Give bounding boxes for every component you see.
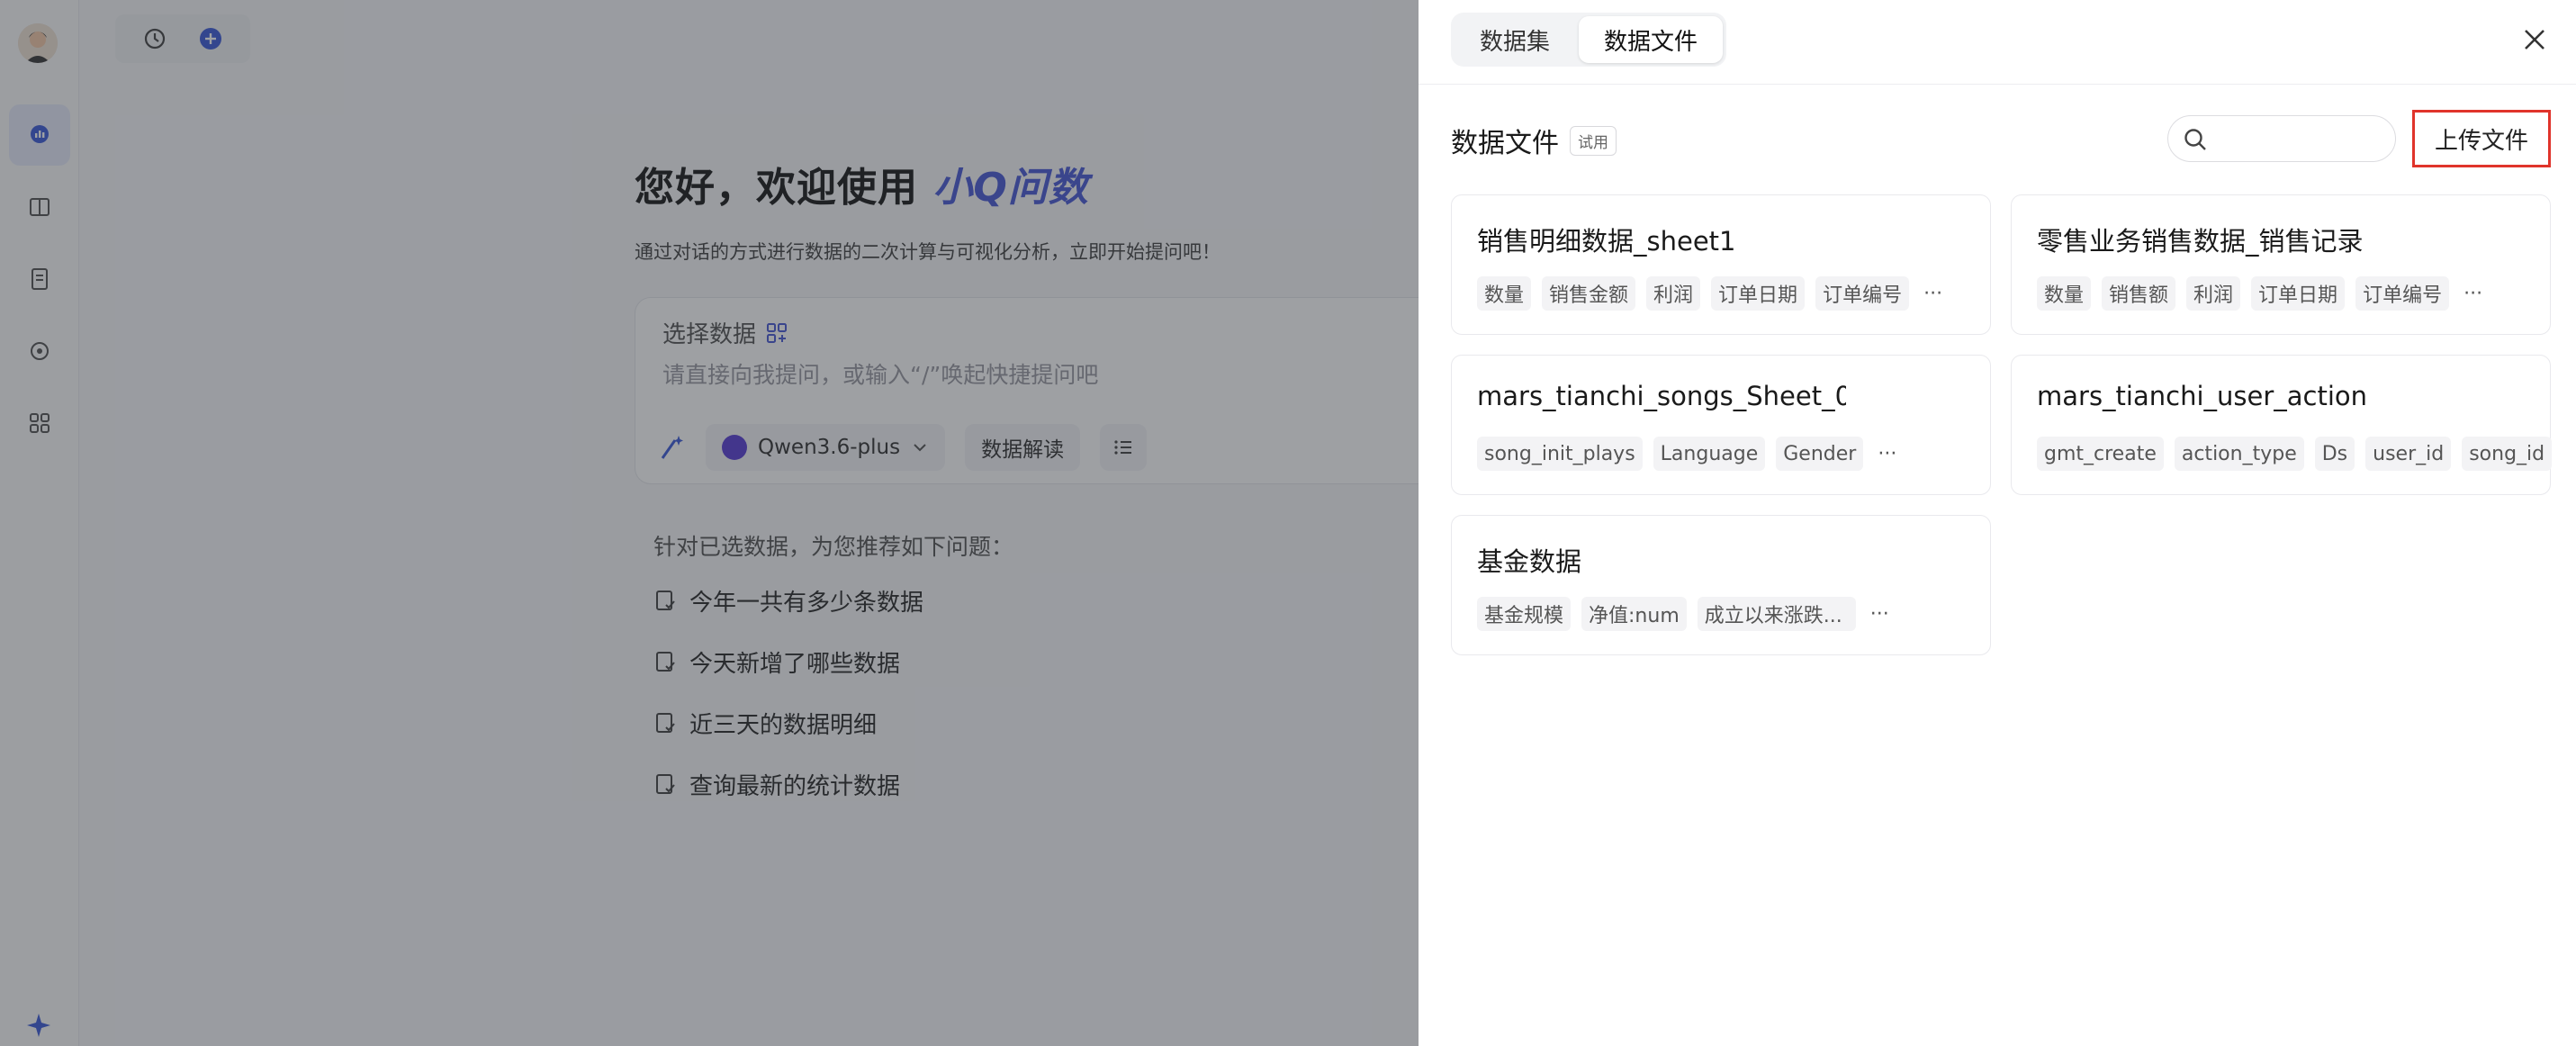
field-tag: 订单编号: [1815, 276, 1910, 311]
close-icon[interactable]: [2518, 23, 2551, 56]
upload-file-button[interactable]: 上传文件: [2412, 110, 2551, 167]
more-fields-icon[interactable]: ···: [2460, 283, 2486, 305]
drawer-header: 数据集 数据文件: [1419, 0, 2576, 85]
data-file-card[interactable]: 销售明细数据_sheet1 数量 销售金额 利润 订单日期 订单编号 ···: [1451, 194, 1991, 335]
card-title: 销售明细数据_sheet1: [1477, 226, 1736, 257]
field-tag: 基金规模: [1477, 597, 1572, 631]
section-title-text: 数据文件: [1451, 128, 1559, 159]
field-tag: 数量: [1477, 276, 1532, 311]
field-tag: song_init_plays: [1477, 437, 1643, 471]
card-title: 零售业务销售数据_销售记录: [2037, 226, 2364, 257]
data-file-card[interactable]: 基金数据 基金规模 净值:num 成立以来涨跌... ···: [1451, 515, 1991, 655]
field-tag: user_id: [2365, 437, 2452, 471]
field-tag: 销售额: [2102, 276, 2176, 311]
field-tag: 订单编号: [2355, 276, 2450, 311]
drawer-tabs: 数据集 数据文件: [1451, 13, 1727, 67]
card-tags: gmt_create action_type Ds user_id song_i…: [2037, 437, 2553, 471]
trial-badge: 试用: [1570, 125, 1617, 156]
section-title: 数据文件 试用: [1451, 121, 1617, 160]
card-tags: song_init_plays Language Gender ···: [1477, 437, 1900, 471]
field-tag: 订单日期: [1711, 276, 1806, 311]
more-fields-icon[interactable]: ···: [1920, 283, 1946, 305]
field-tag: action_type: [2174, 437, 2304, 471]
field-tag: 利润: [2186, 276, 2241, 311]
search-icon: [2184, 129, 2206, 150]
card-tags: 数量 销售金额 利润 订单日期 订单编号 ···: [1477, 276, 1946, 311]
field-tag: gmt_create: [2037, 437, 2164, 471]
search-input[interactable]: [2167, 115, 2396, 162]
data-source-drawer: 数据集 数据文件 数据文件 试用 上传文件 销售明细数据_sheet1 数量 销…: [1419, 0, 2576, 1046]
field-tag: 订单日期: [2251, 276, 2346, 311]
field-tag: Ds: [2314, 437, 2355, 471]
card-title: 基金数据: [1477, 546, 1582, 577]
tab-data-file[interactable]: 数据文件: [1579, 16, 1724, 63]
card-title: mars_tianchi_user_action: [2037, 381, 2368, 411]
tab-dataset[interactable]: 数据集: [1455, 16, 1575, 63]
data-file-card[interactable]: mars_tianchi_user_action gmt_create acti…: [2011, 355, 2553, 495]
more-fields-icon[interactable]: ···: [1867, 603, 1893, 626]
field-tag: 利润: [1646, 276, 1701, 311]
field-tag: 数量: [2037, 276, 2092, 311]
data-file-card[interactable]: mars_tianchi_songs_Sheet_0 song_init_pla…: [1451, 355, 1991, 495]
field-tag: 成立以来涨跌...: [1697, 597, 1856, 631]
field-tag: 净值:num: [1581, 597, 1687, 631]
field-tag: Language: [1653, 437, 1766, 471]
card-tags: 基金规模 净值:num 成立以来涨跌... ···: [1477, 597, 1893, 631]
card-tags: 数量 销售额 利润 订单日期 订单编号 ···: [2037, 276, 2486, 311]
field-tag: Gender: [1776, 437, 1864, 471]
field-tag: 销售金额: [1542, 276, 1636, 311]
data-file-card[interactable]: 零售业务销售数据_销售记录 数量 销售额 利润 订单日期 订单编号 ···: [2011, 194, 2551, 335]
more-fields-icon[interactable]: ···: [1874, 443, 1900, 465]
field-tag: song_id: [2462, 437, 2553, 471]
card-title: mars_tianchi_songs_Sheet_0: [1477, 381, 1846, 411]
